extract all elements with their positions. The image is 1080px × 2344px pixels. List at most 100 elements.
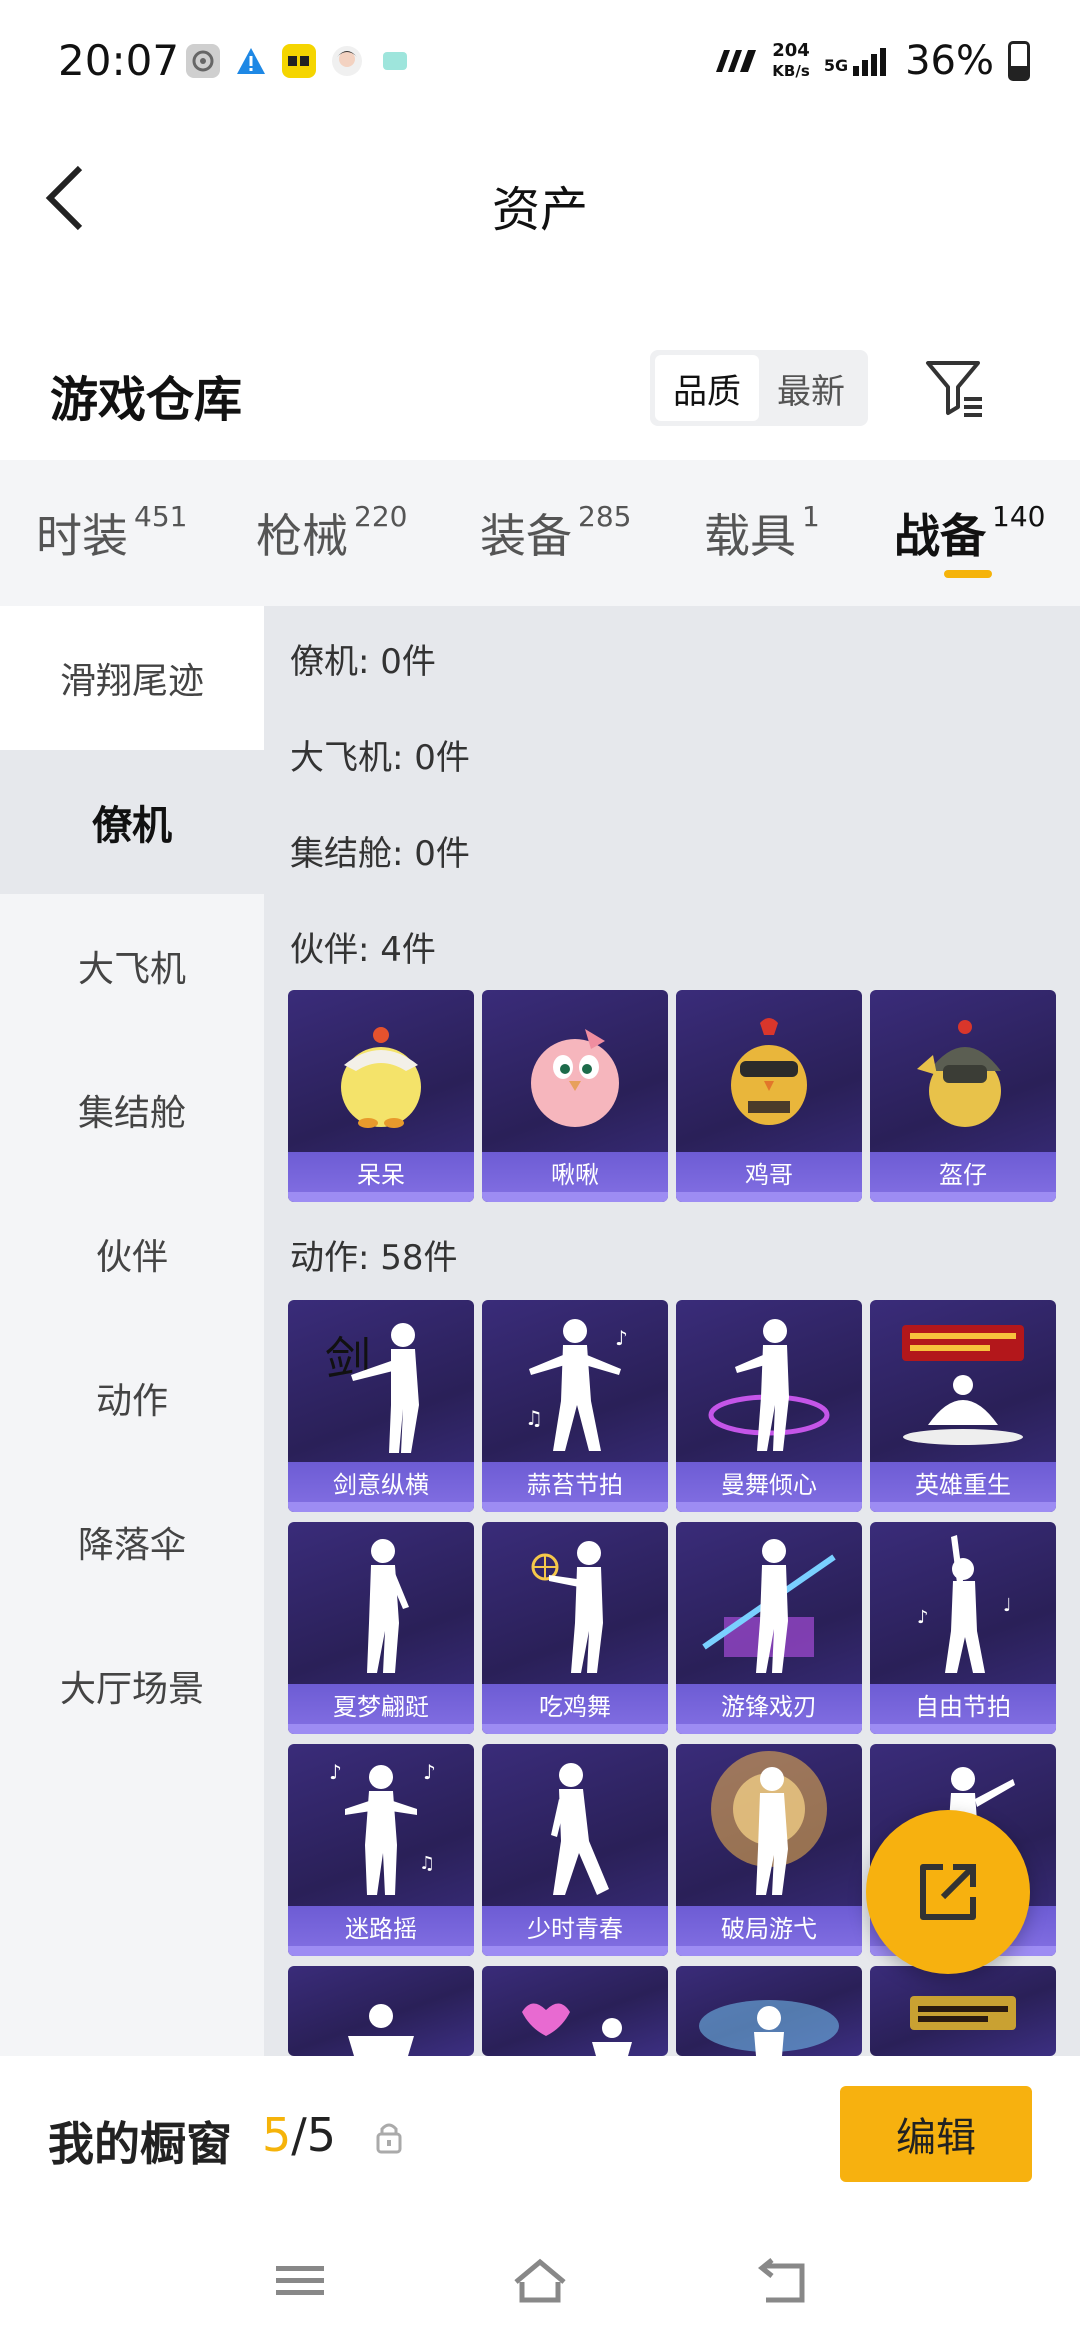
battery-icon	[1008, 41, 1030, 81]
action-card[interactable]: 剑 剑意纵横	[288, 1300, 474, 1512]
warning-notification-icon	[234, 44, 268, 78]
action-card[interactable]	[676, 1966, 862, 2056]
sidebar-item-rally-pod[interactable]: 集结舱	[0, 1038, 264, 1182]
card-bar	[676, 1192, 862, 1202]
card-label: 少时青春	[482, 1906, 668, 1946]
action-card[interactable]: 吃鸡舞	[482, 1522, 668, 1734]
sort-newest-button[interactable]: 最新	[759, 355, 863, 421]
card-label: 夏梦翩跹	[288, 1684, 474, 1724]
sidebar-item-partner[interactable]: 伙伴	[0, 1182, 264, 1326]
sidebar-item-wingman[interactable]: 僚机	[0, 750, 264, 894]
chicken-dance-image	[482, 1522, 668, 1682]
svg-text:♪: ♪	[615, 1326, 628, 1350]
card-bar	[870, 1502, 1056, 1512]
home-icon[interactable]	[510, 2256, 570, 2306]
sort-quality-button[interactable]: 品质	[655, 355, 759, 421]
action-card[interactable]: ♪ ♪ ♫ 迷路摇	[288, 1744, 474, 1956]
action-card[interactable]	[870, 1966, 1056, 2056]
sidebar-item-lobby-scene[interactable]: 大厅场景	[0, 1614, 264, 1758]
card-bar	[676, 1502, 862, 1512]
tab-equipment[interactable]: 装备 285	[480, 500, 631, 566]
tab-vehicles[interactable]: 载具 1	[704, 500, 820, 566]
action-card[interactable]: ♪ ♩ 自由节拍	[870, 1522, 1056, 1734]
app-notification-icon	[282, 44, 316, 78]
system-nav-bar	[0, 2216, 1080, 2344]
warehouse-title: 游戏仓库	[50, 372, 243, 428]
dancer-sword-image: 剑	[288, 1300, 474, 1460]
filter-button[interactable]	[922, 355, 988, 421]
sidebar-item-parachute[interactable]: 降落伞	[0, 1470, 264, 1614]
hero-rebirth-image	[870, 1300, 1056, 1460]
notification-icons	[186, 44, 412, 78]
dancer-beat-image: ♪ ♫	[482, 1300, 668, 1460]
action-card[interactable]	[288, 1966, 474, 2056]
card-label: 游锋戏刃	[676, 1684, 862, 1724]
card-bar	[288, 1724, 474, 1734]
dancer-cloud-image	[699, 2000, 839, 2056]
battery-percent: 36%	[905, 38, 994, 84]
action-card[interactable]: 破局游弋	[676, 1744, 862, 1956]
back-nav-icon[interactable]	[752, 2256, 812, 2306]
sidebar-item-actions[interactable]: 动作	[0, 1326, 264, 1470]
action-card[interactable]: 少时青春	[482, 1744, 668, 1956]
sidebar-item-big-plane[interactable]: 大飞机	[0, 894, 264, 1038]
card-label: 鸡哥	[676, 1152, 862, 1192]
page-title: 资产	[491, 182, 588, 238]
svg-text:♩: ♩	[1003, 1595, 1012, 1616]
chick-plain-image	[288, 990, 474, 1150]
category-title: 动作: 58件	[290, 1238, 458, 1278]
dancer-grace-image	[676, 1300, 862, 1460]
settings-notification-icon	[186, 44, 220, 78]
avatar-notification-icon	[330, 44, 364, 78]
card-bar	[288, 1502, 474, 1512]
lock-icon	[376, 2123, 402, 2154]
showcase-count: 5/5	[262, 2108, 337, 2162]
tab-combat-prep[interactable]: 战备 140	[894, 500, 1045, 566]
card-label: 啾啾	[482, 1152, 668, 1192]
dancer-title-image	[910, 1996, 1016, 2030]
tab-fashion[interactable]: 时装 451	[36, 500, 187, 566]
action-card[interactable]: 夏梦翩跹	[288, 1522, 474, 1734]
active-tab-indicator	[944, 570, 992, 578]
network-speed: 204 KB/s	[772, 40, 810, 81]
partner-card[interactable]: 呆呆	[288, 990, 474, 1202]
sidebar: 滑翔尾迹 僚机 大飞机 集结舱 伙伴 动作 降落伞 大厅场景	[0, 606, 264, 2056]
signal-strength: 5G	[824, 46, 891, 76]
tab-guns[interactable]: 枪械 220	[256, 500, 407, 566]
showcase-label: 我的橱窗	[48, 2117, 232, 2171]
dancer-breakthrough-image	[676, 1744, 862, 1904]
card-bar	[482, 1502, 668, 1512]
dancer-summer-image	[288, 1522, 474, 1682]
partner-card[interactable]: 啾啾	[482, 990, 668, 1202]
share-button[interactable]	[866, 1810, 1030, 1974]
partner-card[interactable]: 盔仔	[870, 990, 1056, 1202]
action-card[interactable]: 游锋戏刃	[676, 1522, 862, 1734]
action-card[interactable]: 英雄重生	[870, 1300, 1056, 1512]
category-title: 僚机: 0件	[290, 642, 436, 682]
menu-icon[interactable]	[270, 2256, 330, 2306]
filter-icon	[926, 361, 982, 417]
action-card[interactable]: 曼舞倾心	[676, 1300, 862, 1512]
dancer-lost-sway-image: ♪ ♪ ♫	[288, 1744, 474, 1904]
card-bar	[870, 1724, 1056, 1734]
card-label: 曼舞倾心	[676, 1462, 862, 1502]
app2-notification-icon	[378, 44, 412, 78]
status-time: 20:07	[58, 36, 180, 85]
chicken-sunglasses-image	[676, 990, 862, 1150]
card-label: 吃鸡舞	[482, 1684, 668, 1724]
edit-button[interactable]: 编辑	[840, 2086, 1032, 2182]
action-card[interactable]: ♪ ♫ 蒜苔节拍	[482, 1300, 668, 1512]
signal-icon	[853, 48, 887, 76]
svg-text:♪: ♪	[917, 1607, 929, 1628]
share-icon	[920, 1864, 976, 1920]
blade-play-image	[676, 1522, 862, 1682]
dancer-image	[348, 2004, 414, 2056]
pink-bird-image	[482, 990, 668, 1150]
partner-card[interactable]: 鸡哥	[676, 990, 862, 1202]
status-right: 204 KB/s 5G 36%	[712, 38, 1030, 84]
dancer-youth-image	[482, 1744, 668, 1904]
action-card[interactable]	[482, 1966, 668, 2056]
card-bar	[482, 1724, 668, 1734]
sidebar-item-glide-trail[interactable]: 滑翔尾迹	[0, 606, 264, 750]
svg-text:♪: ♪	[329, 1760, 342, 1784]
